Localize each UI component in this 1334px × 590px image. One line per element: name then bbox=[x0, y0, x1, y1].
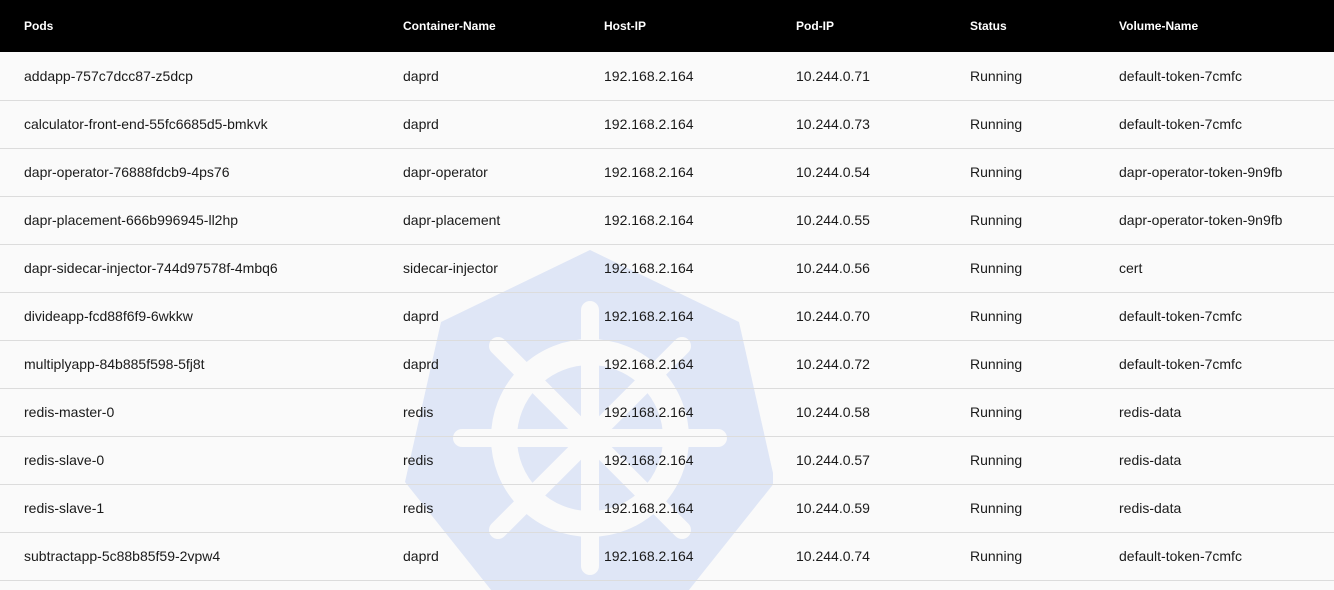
column-header-container-name[interactable]: Container-Name bbox=[403, 0, 604, 52]
volume-name-cell: dapr-operator-token-9n9fb bbox=[1119, 196, 1334, 245]
pod-ip-cell: 10.244.0.58 bbox=[796, 388, 970, 437]
pod-ip-cell: 10.244.0.71 bbox=[796, 52, 970, 101]
pod-ip-cell: 10.244.0.55 bbox=[796, 196, 970, 245]
volume-name-cell: dapr-operator-token-9n9fb bbox=[1119, 148, 1334, 197]
pod-name-cell: multiplyapp-84b885f598-5fj8t bbox=[0, 340, 403, 389]
container-name-cell: daprd bbox=[403, 100, 604, 149]
container-name-cell: sidecar-injector bbox=[403, 244, 604, 293]
host-ip-cell: 192.168.2.164 bbox=[604, 292, 796, 341]
host-ip-cell: 192.168.2.164 bbox=[604, 436, 796, 485]
table-row[interactable]: redis-master-0 redis 192.168.2.164 10.244.0… bbox=[0, 388, 1334, 437]
volume-name-cell: cert bbox=[1119, 244, 1334, 293]
status-cell: Running bbox=[970, 340, 1119, 389]
container-name-cell: daprd bbox=[403, 532, 604, 581]
host-ip-cell: 192.168.2.164 bbox=[604, 484, 796, 533]
host-ip-cell: 192.168.2.164 bbox=[604, 148, 796, 197]
pod-name-cell: redis-slave-0 bbox=[0, 436, 403, 485]
table-row[interactable]: redis-slave-0 redis 192.168.2.164 10.244.0.… bbox=[0, 436, 1334, 485]
container-name-cell: redis bbox=[403, 484, 604, 533]
pod-ip-cell: 10.244.0.54 bbox=[796, 148, 970, 197]
container-name-cell: daprd bbox=[403, 340, 604, 389]
pod-name-cell: subtractapp-5c88b85f59-2vpw4 bbox=[0, 532, 403, 581]
host-ip-cell: 192.168.2.164 bbox=[604, 52, 796, 101]
column-header-status[interactable]: Status bbox=[970, 0, 1119, 52]
status-cell: Running bbox=[970, 436, 1119, 485]
host-ip-cell: 192.168.2.164 bbox=[604, 100, 796, 149]
table-row[interactable]: calculator-front-end-55fc6685d5-bmkvk dap… bbox=[0, 100, 1334, 149]
status-cell: Running bbox=[970, 532, 1119, 581]
status-cell: Running bbox=[970, 148, 1119, 197]
column-header-volume-name[interactable]: Volume-Name bbox=[1119, 0, 1334, 52]
host-ip-cell: 192.168.2.164 bbox=[604, 340, 796, 389]
pod-ip-cell: 10.244.0.57 bbox=[796, 436, 970, 485]
status-cell: Running bbox=[970, 388, 1119, 437]
volume-name-cell: redis-data bbox=[1119, 388, 1334, 437]
container-name-cell: dapr-placement bbox=[403, 196, 604, 245]
container-name-cell: redis bbox=[403, 388, 604, 437]
status-cell: Running bbox=[970, 292, 1119, 341]
pods-table: Pods Container-Name Host-IP Pod-IP Statu… bbox=[0, 0, 1334, 581]
table-row[interactable]: dapr-operator-76888fdcb9-4ps76 dapr-opera… bbox=[0, 148, 1334, 197]
pod-ip-cell: 10.244.0.74 bbox=[796, 532, 970, 581]
table-row[interactable]: divideapp-fcd88f6f9-6wkkw daprd 192.168.2.… bbox=[0, 292, 1334, 341]
status-cell: Running bbox=[970, 244, 1119, 293]
pod-name-cell: dapr-placement-666b996945-ll2hp bbox=[0, 196, 403, 245]
host-ip-cell: 192.168.2.164 bbox=[604, 244, 796, 293]
pod-name-cell: redis-slave-1 bbox=[0, 484, 403, 533]
volume-name-cell: default-token-7cmfc bbox=[1119, 532, 1334, 581]
table-row[interactable]: multiplyapp-84b885f598-5fj8t daprd 192.168… bbox=[0, 340, 1334, 389]
container-name-cell: daprd bbox=[403, 52, 604, 101]
pod-name-cell: redis-master-0 bbox=[0, 388, 403, 437]
volume-name-cell: default-token-7cmfc bbox=[1119, 292, 1334, 341]
column-header-pods[interactable]: Pods bbox=[0, 0, 403, 52]
pod-name-cell: calculator-front-end-55fc6685d5-bmkvk bbox=[0, 100, 403, 149]
container-name-cell: redis bbox=[403, 436, 604, 485]
pod-name-cell: dapr-operator-76888fdcb9-4ps76 bbox=[0, 148, 403, 197]
volume-name-cell: redis-data bbox=[1119, 484, 1334, 533]
status-cell: Running bbox=[970, 100, 1119, 149]
status-cell: Running bbox=[970, 52, 1119, 101]
table-row[interactable]: subtractapp-5c88b85f59-2vpw4 daprd 192.168… bbox=[0, 532, 1334, 581]
pod-ip-cell: 10.244.0.59 bbox=[796, 484, 970, 533]
volume-name-cell: default-token-7cmfc bbox=[1119, 100, 1334, 149]
status-cell: Running bbox=[970, 484, 1119, 533]
container-name-cell: daprd bbox=[403, 292, 604, 341]
table-row[interactable]: dapr-sidecar-injector-744d97578f-4mbq6 si… bbox=[0, 244, 1334, 293]
host-ip-cell: 192.168.2.164 bbox=[604, 388, 796, 437]
volume-name-cell: redis-data bbox=[1119, 436, 1334, 485]
container-name-cell: dapr-operator bbox=[403, 148, 604, 197]
pod-name-cell: divideapp-fcd88f6f9-6wkkw bbox=[0, 292, 403, 341]
pod-name-cell: addapp-757c7dcc87-z5dcp bbox=[0, 52, 403, 101]
pod-ip-cell: 10.244.0.73 bbox=[796, 100, 970, 149]
column-header-pod-ip[interactable]: Pod-IP bbox=[796, 0, 970, 52]
pod-ip-cell: 10.244.0.70 bbox=[796, 292, 970, 341]
table-row[interactable]: redis-slave-1 redis 192.168.2.164 10.244.0.… bbox=[0, 484, 1334, 533]
host-ip-cell: 192.168.2.164 bbox=[604, 196, 796, 245]
pod-ip-cell: 10.244.0.72 bbox=[796, 340, 970, 389]
pod-name-cell: dapr-sidecar-injector-744d97578f-4mbq6 bbox=[0, 244, 403, 293]
pod-ip-cell: 10.244.0.56 bbox=[796, 244, 970, 293]
volume-name-cell: default-token-7cmfc bbox=[1119, 340, 1334, 389]
host-ip-cell: 192.168.2.164 bbox=[604, 532, 796, 581]
volume-name-cell: default-token-7cmfc bbox=[1119, 52, 1334, 101]
table-header-row: Pods Container-Name Host-IP Pod-IP Statu… bbox=[0, 0, 1334, 52]
status-cell: Running bbox=[970, 196, 1119, 245]
column-header-host-ip[interactable]: Host-IP bbox=[604, 0, 796, 52]
table-row[interactable]: addapp-757c7dcc87-z5dcp daprd 192.168.2.16… bbox=[0, 52, 1334, 101]
table-row[interactable]: dapr-placement-666b996945-ll2hp dapr-plac… bbox=[0, 196, 1334, 245]
